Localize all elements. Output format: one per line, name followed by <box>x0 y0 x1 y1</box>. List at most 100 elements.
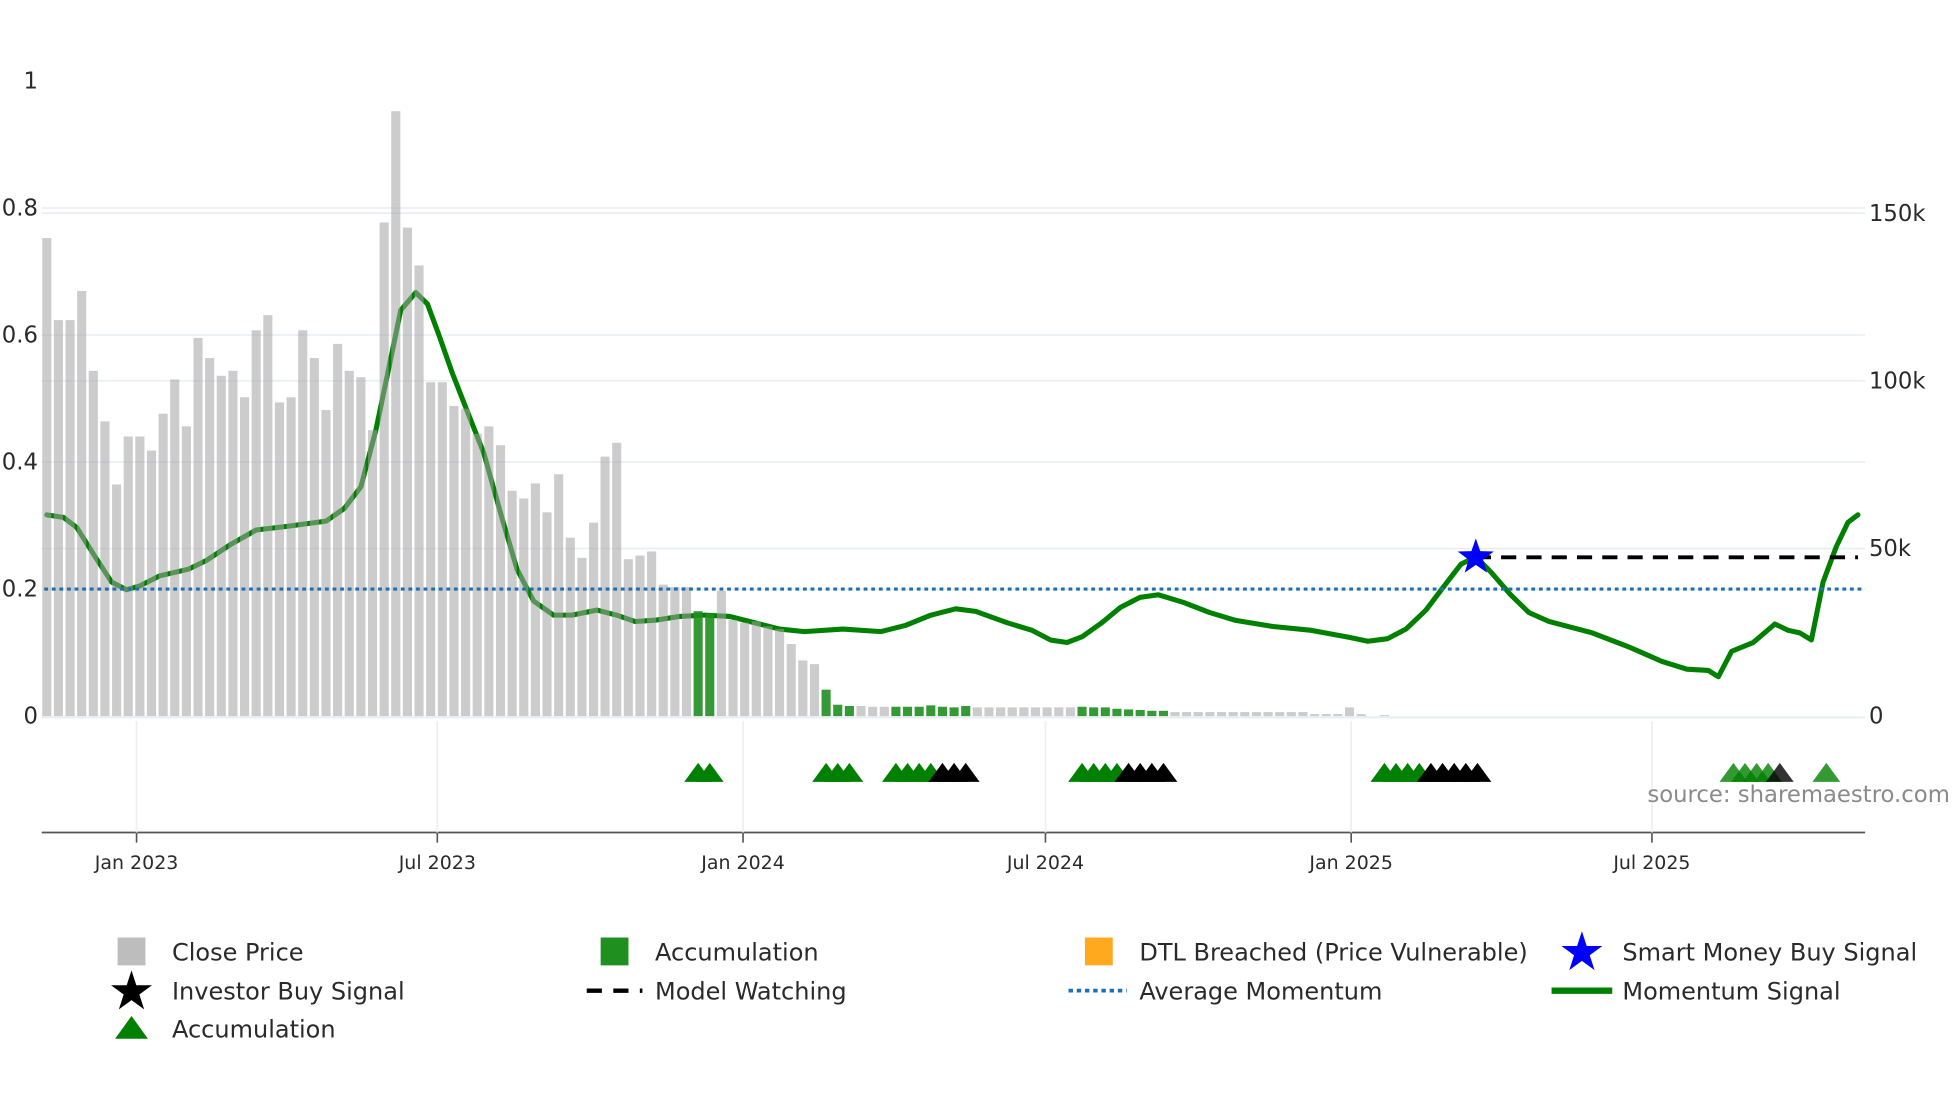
accumulation-bar <box>961 705 971 717</box>
close-price-bar <box>333 343 343 717</box>
close-price-bar <box>402 227 412 717</box>
close-price-bar <box>1310 714 1320 717</box>
close-price-bar <box>589 522 599 717</box>
close-price-bar <box>309 358 319 717</box>
close-price-bar <box>600 456 610 717</box>
right-tick-label: 100k <box>1869 368 1926 394</box>
close-price-bar <box>1251 712 1261 717</box>
close-price-bar <box>112 484 122 717</box>
close-price-bar <box>228 370 238 717</box>
x-tick-label: Jul 2023 <box>398 852 476 874</box>
close-price-bar <box>728 619 738 717</box>
close-price-bar <box>356 377 366 717</box>
close-price-bar <box>1007 707 1017 717</box>
close-price-bar <box>1286 712 1296 717</box>
accumulation-bar <box>902 706 913 717</box>
close-price-bar <box>681 587 692 717</box>
close-price-bar <box>1356 714 1366 717</box>
legend: Close Price Accumulation DTL Breached (Pri… <box>111 931 1917 1043</box>
close-price-legend-icon <box>117 937 146 966</box>
close-price-bar <box>391 111 401 717</box>
close-price-bar <box>856 705 866 717</box>
close-price-bar <box>984 707 994 717</box>
legend-label: DTL Breached (Price Vulnerable) <box>1139 938 1527 966</box>
close-price-bar <box>1344 707 1355 717</box>
left-tick-label: 0.6 <box>2 323 38 349</box>
close-price-bar <box>42 237 52 717</box>
close-price-bar <box>1042 707 1052 717</box>
legend-label: Close Price <box>172 938 304 966</box>
accumulation-bar <box>1124 709 1134 717</box>
close-price-bar <box>519 498 529 717</box>
close-price-bar <box>612 442 622 717</box>
accumulation-bar <box>1100 707 1110 717</box>
close-price-bar <box>740 622 750 717</box>
accumulation-bar <box>937 706 947 717</box>
close-price-bar <box>670 587 680 717</box>
legend-label: Accumulation <box>172 1015 336 1043</box>
close-price-bar <box>1298 712 1308 717</box>
accumulation-bar <box>1158 710 1169 717</box>
close-price-bar <box>1228 712 1238 717</box>
close-price-bar <box>298 330 308 717</box>
close-price-bar <box>181 426 191 717</box>
legend-item: Momentum Signal <box>1551 978 1841 1006</box>
legend-label: Average Momentum <box>1139 978 1382 1006</box>
close-price-bar <box>146 450 157 717</box>
legend-label: Investor Buy Signal <box>172 978 405 1006</box>
right-tick-label: 50k <box>1869 536 1912 562</box>
accumulation-bar-legend-icon <box>600 937 629 966</box>
legend-label: Accumulation <box>655 938 819 966</box>
accumulation-bar <box>844 705 854 717</box>
legend-item: Accumulation <box>600 937 819 966</box>
accumulation-bar <box>833 704 843 717</box>
close-price-bar <box>216 375 226 717</box>
left-tick-label: 0.4 <box>2 450 38 476</box>
accumulation-bar <box>1077 706 1087 717</box>
close-price-bar <box>1054 707 1064 717</box>
close-price-bar <box>1263 712 1273 717</box>
momentum-chart: 0 0.2 0.4 0.6 0.8 1 0 50k 100k 150k Jan 2023 Jul … <box>2 69 1950 1044</box>
left-tick-label: 1 <box>23 69 37 95</box>
close-price-bar <box>88 370 98 717</box>
close-price-bar <box>1205 712 1215 717</box>
left-axis-ticks: 0 0.2 0.4 0.6 0.8 1 <box>2 69 38 730</box>
legend-item: Smart Money Buy Signal <box>1561 931 1917 971</box>
close-price-bar <box>263 315 273 717</box>
accumulation-bar <box>914 706 924 717</box>
legend-item: Close Price <box>117 937 304 966</box>
legend-item: Accumulation <box>115 1015 336 1043</box>
close-price-bar <box>449 406 459 717</box>
close-price-bar <box>716 590 726 717</box>
close-price-bar <box>658 584 668 717</box>
close-price-bar <box>1240 712 1250 717</box>
right-tick-label: 150k <box>1869 201 1926 227</box>
accumulation-triangle-legend-icon <box>115 1015 148 1039</box>
accumulation-bar <box>1112 708 1122 717</box>
close-price-bar <box>437 382 447 717</box>
accumulation-bar <box>1147 710 1157 717</box>
right-tick-label: 0 <box>1869 704 1883 730</box>
close-price-bar <box>1333 714 1343 717</box>
source-label: source: sharemaestro.com <box>1647 782 1949 808</box>
close-price-bar <box>472 433 482 717</box>
close-price-bar <box>240 397 250 717</box>
close-price-bar <box>426 382 436 717</box>
close-price-bar <box>996 707 1006 717</box>
close-price-bar <box>461 408 471 717</box>
legend-item: Average Momentum <box>1068 978 1382 1006</box>
close-price-bar <box>321 410 331 717</box>
close-price-bar <box>1065 707 1075 717</box>
close-price-bar <box>647 551 657 717</box>
close-price-bar <box>1182 712 1192 717</box>
close-price-bar <box>879 706 889 717</box>
legend-item: DTL Breached (Price Vulnerable) <box>1084 937 1528 966</box>
investor-buy-star-icon <box>111 970 152 1010</box>
accumulation-bar <box>705 613 715 717</box>
accumulation-bar <box>1135 710 1145 717</box>
x-axis: Jan 2023 Jul 2023 Jan 2024 Jul 2024 Jan 2025… <box>41 721 1866 874</box>
x-tick-label: Jan 2025 <box>1308 852 1393 874</box>
accumulation-bar <box>821 689 831 717</box>
close-price-bar <box>484 426 494 717</box>
x-tick-label: Jan 2023 <box>94 852 179 874</box>
